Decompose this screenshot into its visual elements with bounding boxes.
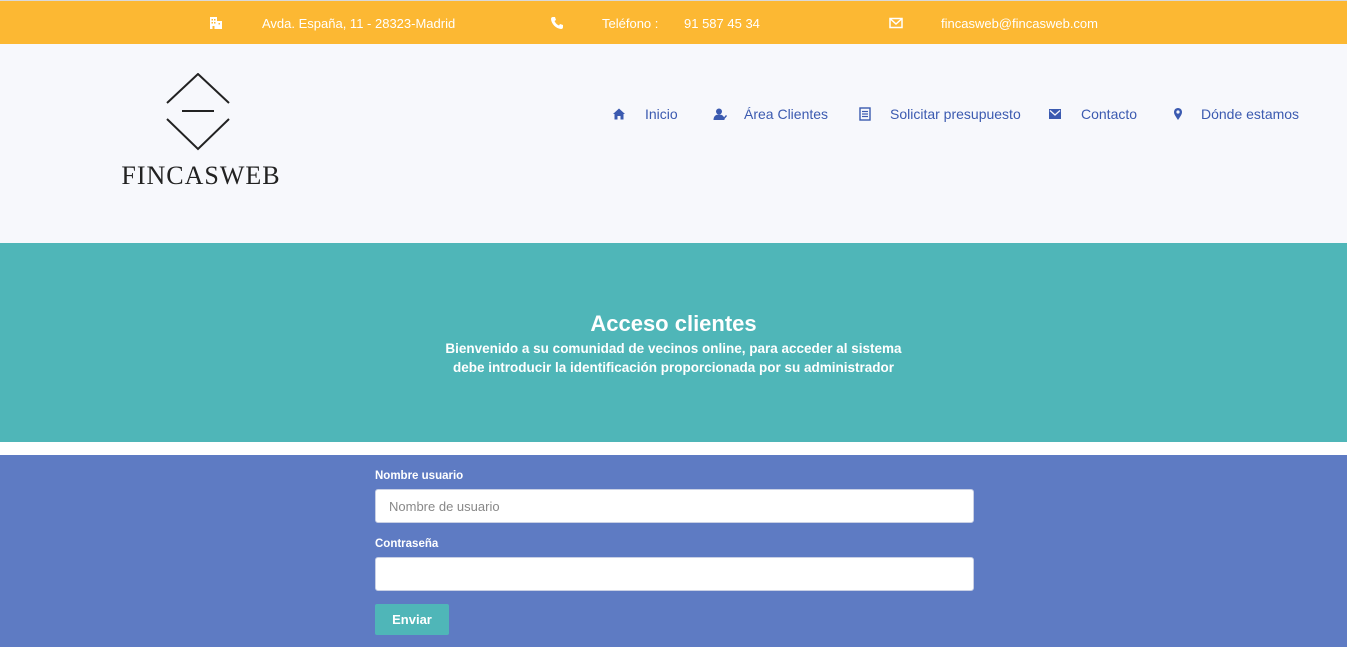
logo-text: FINCASWEB <box>121 161 281 190</box>
password-input[interactable] <box>375 557 974 591</box>
hero-banner: Acceso clientes Bienvenido a su comunida… <box>0 243 1347 442</box>
nav-item-contacto[interactable]: Contacto <box>1048 103 1137 125</box>
nav-item-area-clientes[interactable]: Área Clientes <box>713 103 828 125</box>
envelope-icon <box>1049 109 1061 119</box>
site-logo[interactable]: FINCASWEB <box>118 71 284 193</box>
building-icon <box>209 1 223 45</box>
subtitle-line-1: Bienvenido a su comunidad de vecinos onl… <box>445 341 902 356</box>
username-input[interactable] <box>375 489 974 523</box>
document-icon <box>859 107 871 121</box>
nav-label: Contacto <box>1081 106 1138 122</box>
email-text: fincasweb@fincasweb.com <box>941 15 1098 31</box>
map-marker-icon <box>1174 108 1182 120</box>
page-title: Acceso clientes <box>590 311 757 336</box>
section-divider <box>0 442 1347 455</box>
user-icon <box>713 108 727 120</box>
main-nav: Inicio Área Clientes Solicitar presupues… <box>0 103 1347 125</box>
nav-label: Dónde estamos <box>1201 106 1300 122</box>
username-label: Nombre usuario <box>375 470 464 482</box>
subtitle-line-2: debe introducir la identificación propor… <box>452 360 895 375</box>
nav-label: Inicio <box>645 106 678 122</box>
phone-icon <box>550 1 564 45</box>
submit-button[interactable]: Enviar <box>375 604 449 635</box>
nav-item-inicio[interactable]: Inicio <box>612 103 678 125</box>
phone-label: Teléfono : <box>602 15 659 31</box>
nav-label: Área Clientes <box>744 106 829 122</box>
home-icon <box>613 108 625 120</box>
nav-item-solicitar-presupuesto[interactable]: Solicitar presupuesto <box>858 103 1021 125</box>
nav-item-donde-estamos[interactable]: Dónde estamos <box>1171 103 1299 125</box>
page-subtitle: Bienvenido a su comunidad de vecinos onl… <box>0 339 1347 377</box>
site-header: FINCASWEB Inicio Área Clientes Solicitar… <box>0 44 1347 243</box>
nav-label: Solicitar presupuesto <box>890 106 1021 122</box>
envelope-icon <box>889 1 903 45</box>
password-label: Contraseña <box>375 538 439 550</box>
address-text: Avda. España, 11 - 28323-Madrid <box>262 15 456 31</box>
top-contact-bar: Avda. España, 11 - 28323-Madrid Teléfono… <box>0 0 1347 44</box>
phone-number: 91 587 45 34 <box>684 15 760 31</box>
login-form: Nombre usuario Contraseña Enviar <box>0 455 1347 647</box>
